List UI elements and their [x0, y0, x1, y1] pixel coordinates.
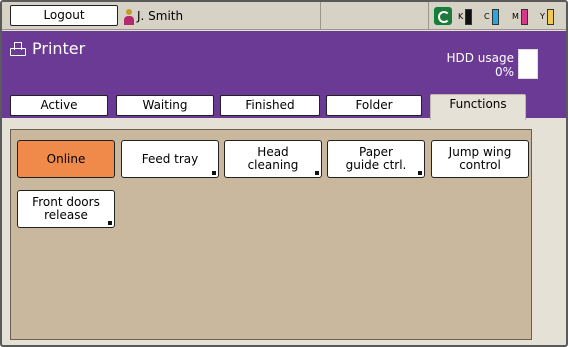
tab-bar: Active Waiting Finished Folder Functions: [2, 91, 566, 120]
button-label-line: release: [44, 208, 88, 222]
hdd-usage: HDD usage 0%: [446, 51, 514, 79]
toner-m: M: [512, 8, 528, 26]
toner-y: Y: [540, 8, 554, 26]
tab-active[interactable]: Active: [10, 95, 108, 116]
divider: [428, 2, 429, 30]
toner-level-bar: [465, 9, 473, 25]
printer-status-icon[interactable]: [434, 7, 452, 25]
front-doors-release-button[interactable]: Front doors release: [17, 190, 115, 228]
tab-folder[interactable]: Folder: [326, 95, 422, 116]
user-display: J. Smith: [124, 6, 183, 26]
submenu-indicator: [418, 171, 422, 175]
hdd-usage-gauge: [518, 49, 538, 79]
printer-icon: [10, 41, 28, 58]
toner-level-bar: [546, 9, 554, 25]
user-icon: [124, 8, 134, 25]
logout-button[interactable]: Logout: [10, 5, 118, 26]
divider: [320, 2, 321, 30]
page-title: Printer: [10, 39, 85, 59]
button-label-line: control: [459, 158, 501, 172]
feed-tray-button[interactable]: Feed tray: [121, 140, 219, 178]
submenu-indicator: [108, 221, 112, 225]
toner-label: K: [458, 12, 464, 21]
toner-label: C: [484, 12, 490, 21]
online-button[interactable]: Online: [17, 140, 115, 178]
paper-guide-ctrl-button[interactable]: Paper guide ctrl.: [327, 140, 425, 178]
toner-label: M: [512, 12, 519, 21]
status-bar: Logout J. Smith K C M Y: [2, 2, 566, 30]
button-label-line: cleaning: [247, 158, 299, 172]
tab-functions[interactable]: Functions: [430, 94, 526, 120]
head-cleaning-button[interactable]: Head cleaning: [224, 140, 322, 178]
toner-level-bar: [491, 9, 499, 25]
button-label: Online: [46, 151, 86, 166]
button-label-line: guide ctrl.: [345, 158, 407, 172]
toner-k: K: [458, 8, 473, 26]
hdd-usage-label: HDD usage: [446, 51, 514, 65]
submenu-indicator: [315, 171, 319, 175]
hdd-usage-value: 0%: [494, 65, 514, 79]
functions-panel: Online Feed tray Head cleaning Paper gui…: [10, 129, 532, 340]
toner-level-bar: [520, 9, 528, 25]
toner-label: Y: [540, 12, 545, 21]
jump-wing-control-button[interactable]: Jump wing control: [431, 140, 529, 178]
page-title-text: Printer: [32, 39, 86, 58]
button-label: Feed tray: [141, 151, 199, 166]
tab-finished[interactable]: Finished: [220, 95, 320, 116]
page-header: Printer HDD usage 0%: [2, 31, 566, 91]
printer-panel: Logout J. Smith K C M Y Printer HDD usag…: [0, 0, 568, 347]
tab-waiting[interactable]: Waiting: [116, 95, 214, 116]
submenu-indicator: [212, 171, 216, 175]
user-name: J. Smith: [137, 9, 184, 23]
toner-c: C: [484, 8, 499, 26]
